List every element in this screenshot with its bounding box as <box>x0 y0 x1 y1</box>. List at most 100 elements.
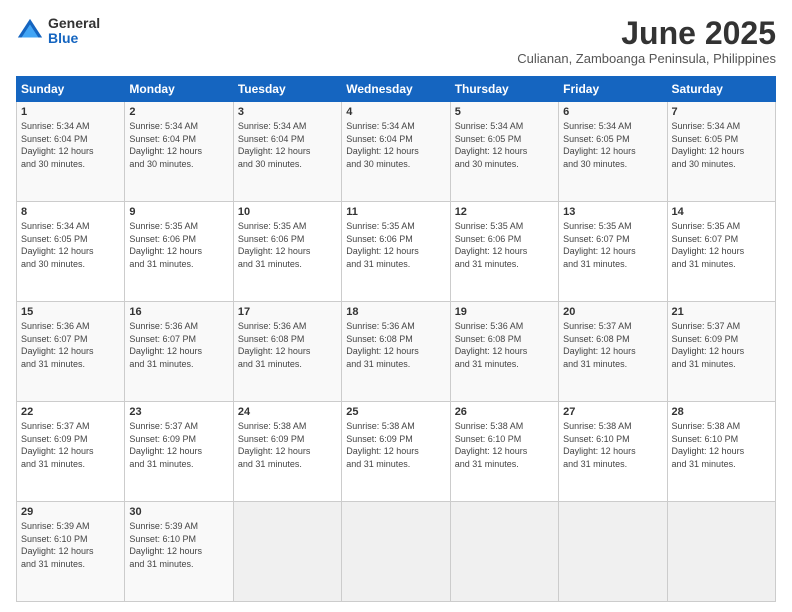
day-number: 13 <box>563 206 662 218</box>
table-row: 11 Sunrise: 5:35 AM Sunset: 6:06 PM Dayli… <box>342 202 450 302</box>
day-number: 29 <box>21 506 120 518</box>
day-number: 19 <box>455 306 554 318</box>
day-info: Sunrise: 5:39 AM Sunset: 6:10 PM Dayligh… <box>21 520 120 570</box>
logo-blue: Blue <box>48 31 100 46</box>
table-row <box>559 502 667 602</box>
table-row: 20 Sunrise: 5:37 AM Sunset: 6:08 PM Dayli… <box>559 302 667 402</box>
day-info: Sunrise: 5:35 AM Sunset: 6:06 PM Dayligh… <box>129 220 228 270</box>
day-info: Sunrise: 5:37 AM Sunset: 6:09 PM Dayligh… <box>672 320 771 370</box>
day-info: Sunrise: 5:36 AM Sunset: 6:07 PM Dayligh… <box>129 320 228 370</box>
col-monday: Monday <box>125 77 233 102</box>
table-row: 8 Sunrise: 5:34 AM Sunset: 6:05 PM Daylig… <box>17 202 125 302</box>
day-info: Sunrise: 5:37 AM Sunset: 6:09 PM Dayligh… <box>21 420 120 470</box>
day-number: 14 <box>672 206 771 218</box>
day-info: Sunrise: 5:38 AM Sunset: 6:10 PM Dayligh… <box>563 420 662 470</box>
table-row: 22 Sunrise: 5:37 AM Sunset: 6:09 PM Dayli… <box>17 402 125 502</box>
logo-general: General <box>48 16 100 31</box>
table-row: 12 Sunrise: 5:35 AM Sunset: 6:06 PM Dayli… <box>450 202 558 302</box>
day-number: 15 <box>21 306 120 318</box>
day-number: 22 <box>21 406 120 418</box>
day-number: 25 <box>346 406 445 418</box>
day-info: Sunrise: 5:34 AM Sunset: 6:05 PM Dayligh… <box>21 220 120 270</box>
table-row <box>667 502 775 602</box>
table-row: 30 Sunrise: 5:39 AM Sunset: 6:10 PM Dayli… <box>125 502 233 602</box>
table-row: 16Sunrise: 5:36 AM Sunset: 6:07 PM Dayli… <box>125 302 233 402</box>
table-row <box>450 502 558 602</box>
table-row: 21 Sunrise: 5:37 AM Sunset: 6:09 PM Dayli… <box>667 302 775 402</box>
table-row <box>342 502 450 602</box>
day-info: Sunrise: 5:36 AM Sunset: 6:08 PM Dayligh… <box>455 320 554 370</box>
table-row: 27 Sunrise: 5:38 AM Sunset: 6:10 PM Dayli… <box>559 402 667 502</box>
col-tuesday: Tuesday <box>233 77 341 102</box>
day-number: 20 <box>563 306 662 318</box>
calendar-table: Sunday Monday Tuesday Wednesday Thursday… <box>16 76 776 602</box>
table-row: 1Sunrise: 5:34 AM Sunset: 6:04 PM Daylig… <box>17 102 125 202</box>
table-row: 9 Sunrise: 5:35 AM Sunset: 6:06 PM Daylig… <box>125 202 233 302</box>
table-row: 15 Sunrise: 5:36 AM Sunset: 6:07 PM Dayli… <box>17 302 125 402</box>
table-row: 17Sunrise: 5:36 AM Sunset: 6:08 PM Dayli… <box>233 302 341 402</box>
day-number: 24 <box>238 406 337 418</box>
table-row: 29 Sunrise: 5:39 AM Sunset: 6:10 PM Dayli… <box>17 502 125 602</box>
table-row: 3 Sunrise: 5:34 AM Sunset: 6:04 PM Daylig… <box>233 102 341 202</box>
day-info: Sunrise: 5:38 AM Sunset: 6:10 PM Dayligh… <box>455 420 554 470</box>
day-info: Sunrise: 5:34 AM Sunset: 6:04 PM Dayligh… <box>238 120 337 170</box>
calendar-week-row: 22 Sunrise: 5:37 AM Sunset: 6:09 PM Dayli… <box>17 402 776 502</box>
day-info: Sunrise: 5:38 AM Sunset: 6:09 PM Dayligh… <box>346 420 445 470</box>
day-info: Sunrise: 5:37 AM Sunset: 6:08 PM Dayligh… <box>563 320 662 370</box>
day-number: 1 <box>21 106 120 118</box>
table-row: 28Sunrise: 5:38 AM Sunset: 6:10 PM Dayli… <box>667 402 775 502</box>
day-number: 12 <box>455 206 554 218</box>
table-row: 7Sunrise: 5:34 AM Sunset: 6:05 PM Daylig… <box>667 102 775 202</box>
day-number: 21 <box>672 306 771 318</box>
day-info: Sunrise: 5:34 AM Sunset: 6:05 PM Dayligh… <box>672 120 771 170</box>
table-row: 6Sunrise: 5:34 AM Sunset: 6:05 PM Daylig… <box>559 102 667 202</box>
day-info: Sunrise: 5:36 AM Sunset: 6:07 PM Dayligh… <box>21 320 120 370</box>
calendar-header-row: Sunday Monday Tuesday Wednesday Thursday… <box>17 77 776 102</box>
day-number: 3 <box>238 106 337 118</box>
day-info: Sunrise: 5:39 AM Sunset: 6:10 PM Dayligh… <box>129 520 228 570</box>
calendar-week-row: 15 Sunrise: 5:36 AM Sunset: 6:07 PM Dayli… <box>17 302 776 402</box>
title-block: June 2025 Culianan, Zamboanga Peninsula,… <box>517 16 776 66</box>
day-info: Sunrise: 5:35 AM Sunset: 6:07 PM Dayligh… <box>672 220 771 270</box>
table-row: 14 Sunrise: 5:35 AM Sunset: 6:07 PM Dayli… <box>667 202 775 302</box>
table-row: 13 Sunrise: 5:35 AM Sunset: 6:07 PM Dayli… <box>559 202 667 302</box>
day-info: Sunrise: 5:35 AM Sunset: 6:06 PM Dayligh… <box>346 220 445 270</box>
day-number: 27 <box>563 406 662 418</box>
day-info: Sunrise: 5:35 AM Sunset: 6:06 PM Dayligh… <box>455 220 554 270</box>
table-row: 23 Sunrise: 5:37 AM Sunset: 6:09 PM Dayli… <box>125 402 233 502</box>
day-number: 23 <box>129 406 228 418</box>
table-row: 4Sunrise: 5:34 AM Sunset: 6:04 PM Daylig… <box>342 102 450 202</box>
day-number: 11 <box>346 206 445 218</box>
calendar-week-row: 8 Sunrise: 5:34 AM Sunset: 6:05 PM Daylig… <box>17 202 776 302</box>
day-info: Sunrise: 5:36 AM Sunset: 6:08 PM Dayligh… <box>238 320 337 370</box>
logo: General Blue <box>16 16 100 47</box>
calendar-week-row: 29 Sunrise: 5:39 AM Sunset: 6:10 PM Dayli… <box>17 502 776 602</box>
header: General Blue June 2025 Culianan, Zamboan… <box>16 16 776 66</box>
day-info: Sunrise: 5:37 AM Sunset: 6:09 PM Dayligh… <box>129 420 228 470</box>
day-info: Sunrise: 5:36 AM Sunset: 6:08 PM Dayligh… <box>346 320 445 370</box>
logo-icon <box>16 17 44 45</box>
table-row: 26Sunrise: 5:38 AM Sunset: 6:10 PM Dayli… <box>450 402 558 502</box>
calendar-week-row: 1 Sunrise: 5:34 AM Sunset: 6:04 PM Daylig… <box>17 102 776 202</box>
day-number: 8 <box>21 206 120 218</box>
day-info: Sunrise: 5:34 AM Sunset: 6:04 PM Dayligh… <box>129 120 228 170</box>
col-thursday: Thursday <box>450 77 558 102</box>
day-number: 18 <box>346 306 445 318</box>
logo-text: General Blue <box>48 16 100 47</box>
page: General Blue June 2025 Culianan, Zamboan… <box>0 0 792 612</box>
subtitle: Culianan, Zamboanga Peninsula, Philippin… <box>517 51 776 66</box>
table-row <box>233 502 341 602</box>
col-wednesday: Wednesday <box>342 77 450 102</box>
day-info: Sunrise: 5:35 AM Sunset: 6:07 PM Dayligh… <box>563 220 662 270</box>
day-number: 4 <box>346 106 445 118</box>
day-info: Sunrise: 5:35 AM Sunset: 6:06 PM Dayligh… <box>238 220 337 270</box>
main-title: June 2025 <box>517 16 776 51</box>
col-saturday: Saturday <box>667 77 775 102</box>
day-number: 10 <box>238 206 337 218</box>
table-row: 25 Sunrise: 5:38 AM Sunset: 6:09 PM Dayli… <box>342 402 450 502</box>
day-info: Sunrise: 5:38 AM Sunset: 6:10 PM Dayligh… <box>672 420 771 470</box>
day-number: 9 <box>129 206 228 218</box>
day-number: 2 <box>129 106 228 118</box>
day-number: 30 <box>129 506 228 518</box>
day-number: 5 <box>455 106 554 118</box>
